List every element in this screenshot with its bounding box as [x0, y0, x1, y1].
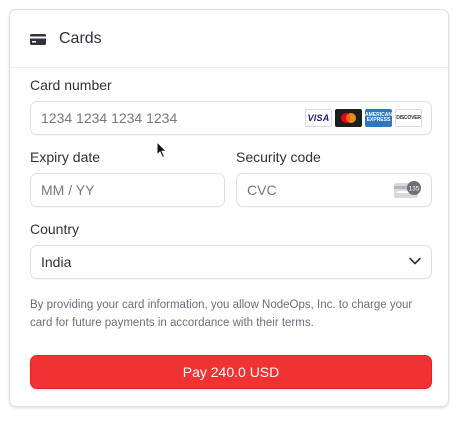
expiry-field[interactable] [30, 173, 225, 207]
terms-disclaimer: By providing your card information, you … [30, 299, 413, 329]
amex-icon: AMERICAN EXPRESS [365, 109, 392, 127]
discover-icon: DISCOVER [395, 109, 422, 127]
chevron-down-icon [409, 257, 421, 265]
country-select[interactable]: India [30, 245, 432, 279]
section-header: Cards [30, 28, 102, 50]
payment-card-panel: Cards Card number VISA AMERICAN EXPRESS … [9, 9, 449, 407]
mouse-cursor-icon [156, 141, 168, 159]
header-divider [10, 67, 448, 68]
section-title: Cards [59, 30, 102, 47]
security-code-label: Security code [236, 149, 321, 165]
security-code-input[interactable] [247, 174, 387, 206]
card-brands: VISA AMERICAN EXPRESS DISCOVER [305, 109, 422, 127]
credit-card-icon [30, 33, 46, 45]
cvc-card-icon: 135 [394, 181, 421, 198]
country-label: Country [30, 221, 80, 237]
visa-icon: VISA [305, 109, 332, 127]
expiry-input[interactable] [41, 174, 211, 206]
mastercard-icon [335, 109, 362, 127]
country-selected-value: India [41, 254, 72, 270]
svg-text:135: 135 [409, 186, 420, 193]
card-number-label: Card number [30, 77, 112, 93]
pay-button[interactable]: Pay 240.0 USD [30, 355, 432, 389]
security-code-field[interactable]: 135 [236, 173, 432, 207]
card-number-input[interactable] [41, 102, 301, 134]
card-number-field[interactable]: VISA AMERICAN EXPRESS DISCOVER [30, 101, 432, 135]
expiry-label: Expiry date [30, 149, 101, 165]
